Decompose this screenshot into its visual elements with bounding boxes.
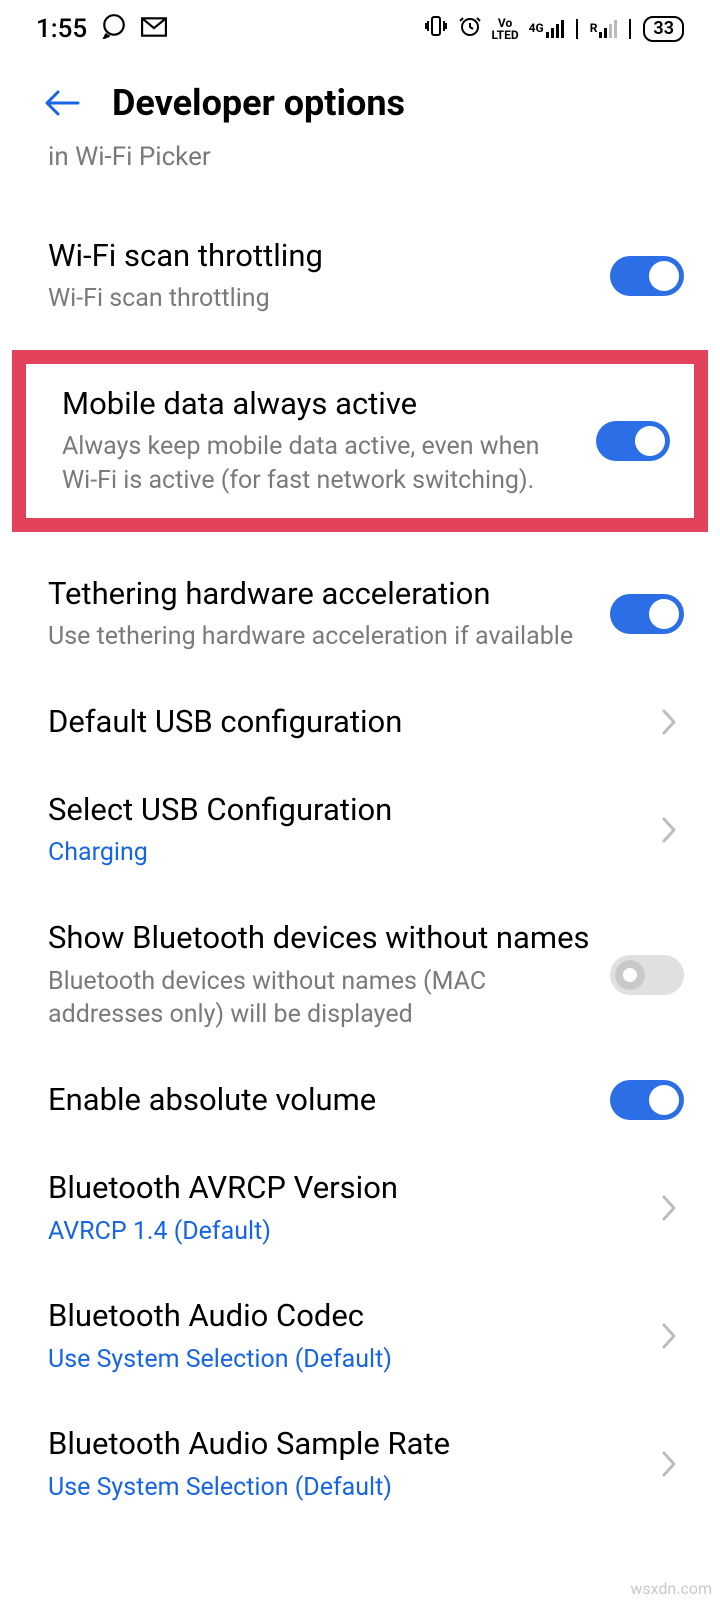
item-select-usb-config[interactable]: Select USB Configuration Charging <box>0 766 720 894</box>
volte-icon: Vo LTED <box>492 17 519 41</box>
item-bt-audio-codec[interactable]: Bluetooth Audio Codec Use System Selecti… <box>0 1272 720 1400</box>
item-mobile-data-always-active[interactable]: Mobile data always active Always keep mo… <box>26 364 694 518</box>
item-bt-audio-sample-rate[interactable]: Bluetooth Audio Sample Rate Use System S… <box>0 1400 720 1528</box>
item-title: Select USB Configuration <box>48 790 640 830</box>
item-subtitle: Use tethering hardware acceleration if a… <box>48 620 590 654</box>
toggle-enable-absolute-volume[interactable] <box>610 1080 684 1120</box>
item-value: AVRCP 1.4 (Default) <box>48 1215 640 1249</box>
sim-separator <box>576 19 578 39</box>
item-value: Charging <box>48 836 640 870</box>
toggle-wifi-scan-throttling[interactable] <box>610 256 684 296</box>
item-title: Bluetooth Audio Sample Rate <box>48 1424 640 1464</box>
item-subtitle: Always keep mobile data active, even whe… <box>62 430 576 498</box>
signal-4g: 4G <box>529 20 564 38</box>
gmail-icon <box>141 14 167 44</box>
item-title: Show Bluetooth devices without names <box>48 918 590 958</box>
toggle-mobile-data-always-active[interactable] <box>596 421 670 461</box>
item-bt-avrcp-version[interactable]: Bluetooth AVRCP Version AVRCP 1.4 (Defau… <box>0 1144 720 1272</box>
item-title: Bluetooth AVRCP Version <box>48 1168 640 1208</box>
item-subtitle: Bluetooth devices without names (MAC add… <box>48 965 590 1033</box>
item-subtitle: Wi-Fi scan throttling <box>48 282 590 316</box>
alarm-icon <box>458 14 482 45</box>
chevron-right-icon <box>660 1449 678 1479</box>
chevron-right-icon <box>660 707 678 737</box>
settings-list[interactable]: in Wi-Fi Picker Wi-Fi scan throttling Wi… <box>0 142 720 1528</box>
item-title: Enable absolute volume <box>48 1080 590 1120</box>
item-default-usb-config[interactable]: Default USB configuration <box>0 678 720 766</box>
sim-separator-2 <box>629 19 631 39</box>
status-bar: 1:55 Vo LTED 4G R 33 <box>0 0 720 58</box>
item-title: Bluetooth Audio Codec <box>48 1296 640 1336</box>
item-value: Use System Selection (Default) <box>48 1471 640 1505</box>
item-wifi-scan-throttling[interactable]: Wi-Fi scan throttling Wi-Fi scan throttl… <box>0 212 720 340</box>
item-show-bt-no-names[interactable]: Show Bluetooth devices without names Blu… <box>0 894 720 1056</box>
item-title: Default USB configuration <box>48 702 640 742</box>
chevron-right-icon <box>660 1193 678 1223</box>
item-title: Wi-Fi scan throttling <box>48 236 590 276</box>
page-header: Developer options <box>0 58 720 148</box>
signal-roaming: R <box>590 20 618 38</box>
status-right: Vo LTED 4G R 33 <box>424 14 685 45</box>
item-value: Use System Selection (Default) <box>48 1343 640 1377</box>
back-arrow-icon[interactable] <box>44 88 80 118</box>
status-time: 1:55 <box>36 14 87 44</box>
item-tethering-hw-accel[interactable]: Tethering hardware acceleration Use teth… <box>0 550 720 678</box>
page-title: Developer options <box>112 82 405 124</box>
watermark: wsxdn.com <box>630 1579 712 1598</box>
item-title: Mobile data always active <box>62 384 576 424</box>
toggle-tethering-hw-accel[interactable] <box>610 594 684 634</box>
vibrate-icon <box>424 14 448 44</box>
status-left: 1:55 <box>36 13 167 46</box>
chevron-right-icon <box>660 1321 678 1351</box>
whatsapp-icon <box>101 13 127 46</box>
previous-item-cutoff: in Wi-Fi Picker <box>0 142 720 212</box>
item-enable-absolute-volume[interactable]: Enable absolute volume <box>0 1056 720 1144</box>
battery-indicator: 33 <box>643 16 684 42</box>
toggle-show-bt-no-names[interactable] <box>610 955 684 995</box>
highlight-box: Mobile data always active Always keep mo… <box>12 350 708 532</box>
chevron-right-icon <box>660 815 678 845</box>
item-title: Tethering hardware acceleration <box>48 574 590 614</box>
